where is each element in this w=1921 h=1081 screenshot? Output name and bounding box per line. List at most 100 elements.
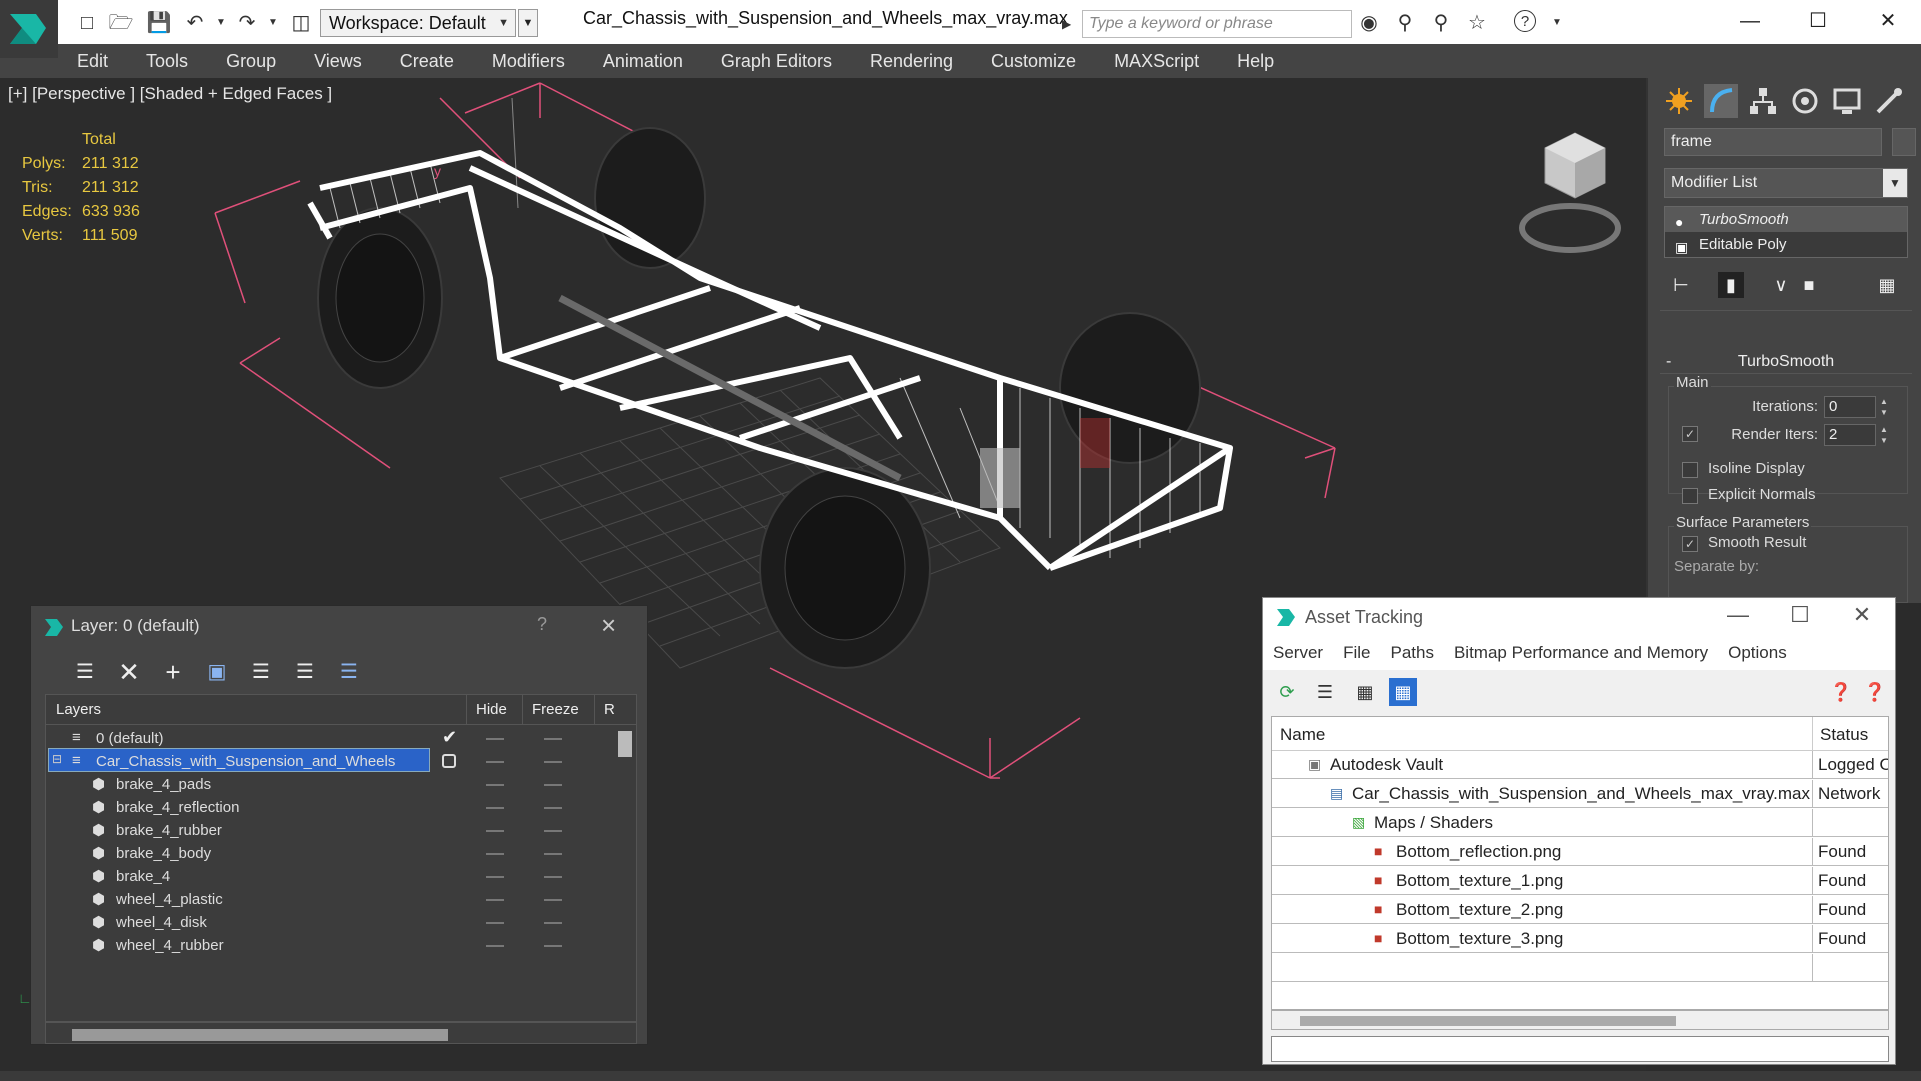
hide-toggle[interactable] — [486, 830, 504, 832]
iterations-spinner-arrows-icon[interactable]: ▲ ▼ — [1878, 396, 1890, 418]
col-hide[interactable]: Hide — [476, 701, 507, 718]
hide-unhide-all-icon[interactable]: ☰ — [291, 658, 319, 686]
open-file-icon[interactable]: 🗁 — [108, 10, 134, 36]
utilities-tab-icon[interactable] — [1872, 84, 1906, 118]
asset-row[interactable]: ■ Bottom_texture_1.png Found — [1272, 867, 1888, 895]
close-button[interactable]: ✕ — [1847, 602, 1877, 628]
scrollbar-thumb[interactable] — [1300, 1016, 1676, 1026]
vault-help-icon[interactable]: ❓ — [1827, 678, 1855, 706]
menu-server[interactable]: Server — [1263, 643, 1333, 663]
vault-settings-icon[interactable]: ❓ — [1861, 678, 1889, 706]
hide-toggle[interactable] — [486, 853, 504, 855]
hide-toggle[interactable] — [486, 899, 504, 901]
menu-graph-editors[interactable]: Graph Editors — [702, 44, 851, 78]
iterations-spinner[interactable]: 0 — [1824, 396, 1876, 418]
current-layer-toggle-icon[interactable] — [442, 754, 456, 768]
list-view-icon[interactable]: ☰ — [1311, 678, 1339, 706]
freeze-toggle[interactable] — [544, 738, 562, 740]
menu-tools[interactable]: Tools — [127, 44, 207, 78]
render-iters-spinner[interactable]: 2 — [1824, 424, 1876, 446]
render-iters-checkbox[interactable]: ✓ — [1682, 426, 1698, 442]
col-freeze[interactable]: Freeze — [532, 701, 579, 718]
freeze-toggle[interactable] — [544, 922, 562, 924]
menu-file[interactable]: File — [1333, 643, 1380, 663]
search-input[interactable] — [1082, 10, 1352, 38]
redo-dropdown-icon[interactable]: ▼ — [260, 10, 286, 36]
menu-create[interactable]: Create — [381, 44, 473, 78]
layer-window-titlebar[interactable]: Layer: 0 (default) ? × — [31, 606, 647, 646]
render-iters-spinner-arrows-icon[interactable]: ▲ ▼ — [1878, 424, 1890, 446]
collapse-icon[interactable]: ⊟ — [52, 752, 62, 766]
search-expand-icon[interactable]: ▶ — [1062, 12, 1078, 36]
asset-window-titlebar[interactable]: Asset Tracking — ☐ ✕ — [1263, 598, 1895, 636]
undo-icon[interactable]: ↶ — [182, 10, 208, 36]
workspace-dropdown[interactable]: Workspace: Default ▼ — [320, 9, 516, 37]
asset-path-field[interactable] — [1271, 1036, 1889, 1062]
hide-toggle[interactable] — [486, 807, 504, 809]
expand-plus-icon[interactable]: ▣ — [1675, 235, 1688, 260]
menu-edit[interactable]: Edit — [58, 44, 127, 78]
viewcube-icon[interactable] — [1519, 132, 1621, 253]
freeze-toggle[interactable] — [544, 899, 562, 901]
key-search-icon[interactable]: ⚲ — [1392, 10, 1418, 36]
make-unique-icon[interactable]: ∨ — [1768, 272, 1794, 298]
modify-tab-icon[interactable] — [1704, 84, 1738, 118]
scrollbar-thumb[interactable] — [72, 1029, 448, 1041]
modifier-list-dropdown[interactable]: Modifier List ▼ — [1664, 168, 1908, 198]
undo-dropdown-icon[interactable]: ▼ — [208, 10, 234, 36]
freeze-toggle[interactable] — [544, 853, 562, 855]
menu-customize[interactable]: Customize — [972, 44, 1095, 78]
hide-toggle[interactable] — [486, 784, 504, 786]
help-icon[interactable]: ? — [1514, 10, 1536, 32]
new-file-icon[interactable]: □ — [74, 10, 100, 36]
hide-toggle[interactable] — [486, 761, 504, 763]
maximize-button[interactable]: ☐ — [1798, 6, 1838, 36]
max-logo-icon[interactable] — [0, 0, 58, 58]
menu-group[interactable]: Group — [207, 44, 295, 78]
motion-tab-icon[interactable] — [1788, 84, 1822, 118]
asset-horizontal-scrollbar[interactable] — [1271, 1010, 1889, 1030]
menu-modifiers[interactable]: Modifiers — [473, 44, 584, 78]
hierarchy-tab-icon[interactable] — [1746, 84, 1780, 118]
menu-animation[interactable]: Animation — [584, 44, 702, 78]
minimize-button[interactable]: — — [1730, 6, 1770, 36]
layer-horizontal-scrollbar[interactable] — [45, 1022, 637, 1044]
remove-modifier-icon[interactable]: ■ — [1796, 272, 1822, 298]
tree-view-icon[interactable]: ▦ — [1351, 678, 1379, 706]
pin-stack-icon[interactable]: ⊢ — [1668, 272, 1694, 298]
subscription-icon[interactable]: ⚲ — [1428, 10, 1454, 36]
menu-options[interactable]: Options — [1718, 643, 1797, 663]
table-view-icon[interactable]: ▦ — [1389, 678, 1417, 706]
hide-toggle[interactable] — [486, 922, 504, 924]
object-color-swatch[interactable] — [1892, 128, 1916, 156]
minimize-button[interactable]: — — [1723, 602, 1753, 628]
maximize-button[interactable]: ☐ — [1785, 602, 1815, 628]
asset-row[interactable]: ▧ Maps / Shaders — [1272, 809, 1888, 837]
freeze-toggle[interactable] — [544, 807, 562, 809]
viewport-label[interactable]: [+] [Perspective ] [Shaded + Edged Faces… — [8, 84, 332, 104]
configure-sets-icon[interactable]: ▦ — [1874, 272, 1900, 298]
freeze-toggle[interactable] — [544, 876, 562, 878]
isoline-display-checkbox[interactable] — [1682, 462, 1698, 478]
asset-row[interactable]: ■ Bottom_texture_3.png Found — [1272, 925, 1888, 953]
freeze-unfreeze-all-icon[interactable]: ☰ — [335, 658, 363, 686]
asset-row[interactable]: ▤ Car_Chassis_with_Suspension_and_Wheels_… — [1272, 780, 1888, 808]
menu-help[interactable]: Help — [1218, 44, 1293, 78]
help-dropdown-icon[interactable]: ▼ — [1544, 10, 1570, 36]
asset-row[interactable]: ▣ Autodesk Vault Logged O — [1272, 751, 1888, 779]
asset-row[interactable]: ■ Bottom_texture_2.png Found — [1272, 896, 1888, 924]
asset-row[interactable]: ■ Bottom_reflection.png Found — [1272, 838, 1888, 866]
active-layer-check-icon[interactable]: ✔ — [442, 727, 457, 748]
menu-views[interactable]: Views — [295, 44, 381, 78]
add-selection-icon[interactable]: + — [159, 658, 187, 686]
menu-maxscript[interactable]: MAXScript — [1095, 44, 1218, 78]
stack-item-editable-poly[interactable]: ▣ Editable Poly — [1665, 232, 1907, 257]
delete-layer-icon[interactable]: ✕ — [115, 658, 143, 686]
hide-toggle[interactable] — [486, 945, 504, 947]
freeze-toggle[interactable] — [544, 830, 562, 832]
freeze-toggle[interactable] — [544, 945, 562, 947]
menu-rendering[interactable]: Rendering — [851, 44, 972, 78]
col-layers[interactable]: Layers — [56, 701, 101, 718]
menu-paths[interactable]: Paths — [1380, 643, 1443, 663]
display-tab-icon[interactable] — [1830, 84, 1864, 118]
